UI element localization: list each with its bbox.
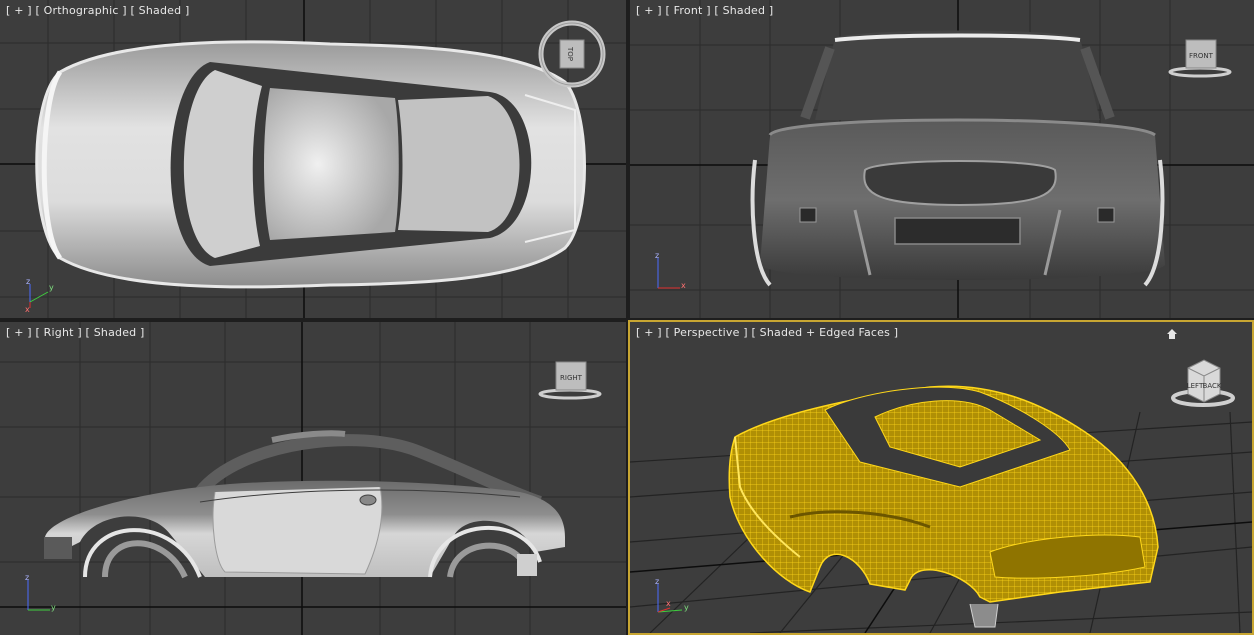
- view-cube-top[interactable]: TOP: [536, 18, 608, 90]
- viewport-label-top[interactable]: [ + ] [ Orthographic ] [ Shaded ]: [6, 4, 189, 17]
- viewport-right-scene: [0, 322, 626, 635]
- svg-text:x: x: [25, 305, 30, 314]
- view-cube-top-label: TOP: [566, 46, 574, 61]
- view-cube-front[interactable]: FRONT: [1164, 36, 1234, 86]
- svg-text:x: x: [681, 281, 686, 290]
- viewport-front[interactable]: FRONT z x [ + ] [ Front ] [ Shaded ]: [630, 0, 1254, 318]
- svg-text:y: y: [51, 603, 56, 612]
- axis-tripod-front: z x: [655, 252, 686, 290]
- viewport-top[interactable]: TOP z y x [ + ] [ Orthographic ] [ Shade…: [0, 0, 626, 318]
- viewport-label-front[interactable]: [ + ] [ Front ] [ Shaded ]: [636, 4, 773, 17]
- svg-text:z: z: [655, 578, 659, 586]
- svg-text:z: z: [655, 252, 659, 260]
- view-cube-front-label: FRONT: [1189, 52, 1214, 60]
- viewport-front-scene: [630, 0, 1254, 318]
- axis-tripod-top: z y x: [25, 277, 54, 314]
- viewport-top-scene: [0, 0, 626, 318]
- view-cube-left-label: LEFT: [1187, 382, 1204, 390]
- viewport-label-right[interactable]: [ + ] [ Right ] [ Shaded ]: [6, 326, 145, 339]
- view-cube-right[interactable]: RIGHT: [534, 358, 604, 408]
- svg-text:z: z: [26, 277, 30, 286]
- svg-text:y: y: [684, 603, 689, 612]
- svg-text:z: z: [25, 574, 29, 582]
- axis-tripod-perspective: z y x: [655, 578, 689, 613]
- viewport-perspective-scene: [630, 385, 1252, 633]
- view-cube-right-label: RIGHT: [560, 374, 583, 382]
- view-cube-perspective[interactable]: LEFT BACK: [1168, 354, 1238, 414]
- viewport-label-perspective[interactable]: [ + ] [ Perspective ] [ Shaded + Edged F…: [636, 326, 898, 339]
- viewport-right[interactable]: RIGHT z y [ + ] [ Right ] [ Shaded ]: [0, 322, 626, 635]
- axis-tripod-right: z y: [25, 574, 56, 612]
- svg-text:y: y: [49, 283, 54, 292]
- viewport-perspective[interactable]: LEFT BACK z y x [ + ] [ Perspective ] [ …: [628, 320, 1254, 635]
- svg-text:x: x: [666, 599, 671, 608]
- home-icon[interactable]: [1166, 328, 1178, 340]
- view-cube-back-label: BACK: [1203, 382, 1222, 390]
